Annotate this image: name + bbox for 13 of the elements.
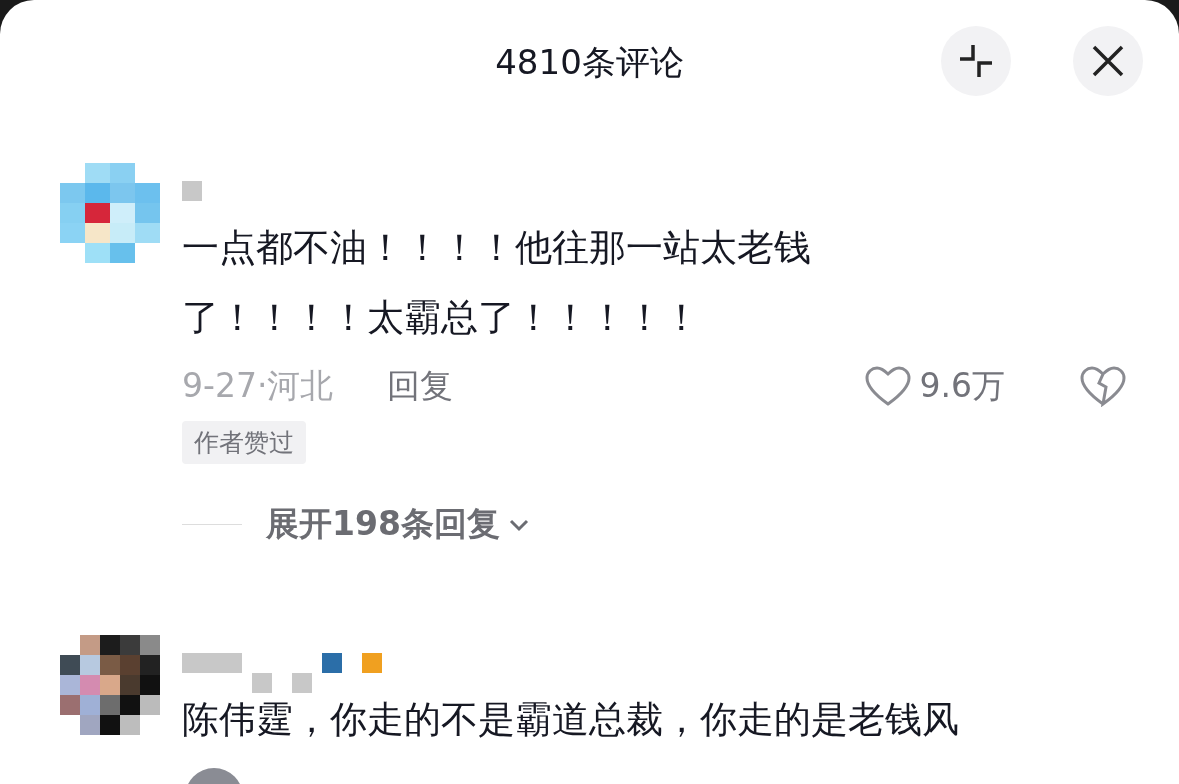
pixelated-avatar[interactable] — [60, 635, 160, 735]
expand-replies-button[interactable]: 展开198条回复 — [266, 502, 530, 547]
comment-text: 陈伟霆，你走的不是霸道总裁，你走的是老钱风 — [182, 697, 960, 743]
comment-text: 一点都不油！！！！他往那一站太老钱了！！！！太霸总了！！！！！ — [182, 225, 812, 341]
broken-heart-icon[interactable] — [1079, 365, 1127, 407]
date-location: 9-27·河北 — [182, 364, 334, 407]
like-button[interactable]: 9.6万 — [863, 363, 1005, 409]
author-liked-tag: 作者赞过 — [182, 421, 306, 464]
heart-icon[interactable] — [863, 365, 912, 407]
reply-link[interactable]: 回复 — [387, 363, 454, 409]
comment-count-title: 4810条评论 — [495, 40, 684, 84]
close-icon[interactable] — [1091, 44, 1125, 78]
chevron-down-icon[interactable] — [507, 517, 530, 532]
